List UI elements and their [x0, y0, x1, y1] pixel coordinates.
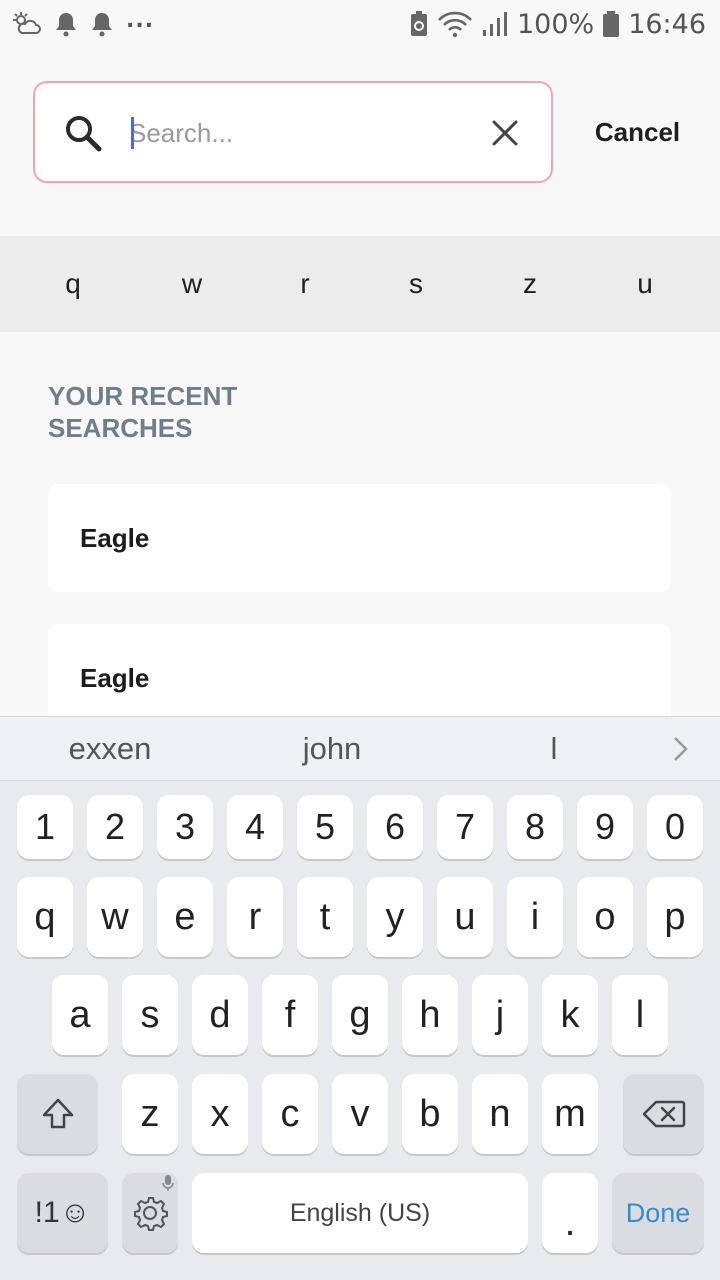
recent-searches-heading-line1: YOUR RECENT: [48, 381, 238, 411]
key-e[interactable]: e: [157, 877, 213, 957]
key-b[interactable]: b: [402, 1074, 458, 1154]
key-r[interactable]: r: [227, 877, 283, 957]
wifi-icon: [438, 11, 472, 38]
key-9[interactable]: 9: [577, 795, 633, 859]
cancel-button[interactable]: Cancel: [575, 112, 700, 152]
recent-searches-heading: YOUR RECENT SEARCHES: [48, 380, 308, 444]
soft-keyboard: exxen john l 1 2 3 4 5 6 7 8 9 0 q w e r…: [0, 716, 720, 1280]
key-a[interactable]: a: [52, 975, 108, 1055]
letter-filter-s[interactable]: s: [386, 236, 446, 332]
key-i[interactable]: i: [507, 877, 563, 957]
key-k[interactable]: k: [542, 975, 598, 1055]
key-d[interactable]: d: [192, 975, 248, 1055]
letter-filter-u[interactable]: u: [615, 236, 675, 332]
battery-icon: [603, 11, 620, 37]
key-h[interactable]: h: [402, 975, 458, 1055]
backspace-key[interactable]: [623, 1074, 704, 1154]
letter-filter-r[interactable]: r: [275, 236, 335, 332]
suggestion-item[interactable]: exxen: [40, 717, 180, 781]
key-0[interactable]: 0: [647, 795, 703, 859]
key-t[interactable]: t: [297, 877, 353, 957]
key-y[interactable]: y: [367, 877, 423, 957]
key-n[interactable]: n: [472, 1074, 528, 1154]
suggestion-bar: exxen john l: [0, 717, 720, 781]
clear-icon[interactable]: [489, 117, 521, 149]
done-key[interactable]: Done: [612, 1173, 704, 1253]
status-left: ...: [12, 7, 155, 37]
status-right: 100% 16:46: [409, 9, 706, 40]
notification-bell-icon: [92, 13, 112, 37]
key-p[interactable]: p: [647, 877, 703, 957]
key-l[interactable]: l: [612, 975, 668, 1055]
key-o[interactable]: o: [577, 877, 633, 957]
key-w[interactable]: w: [87, 877, 143, 957]
key-6[interactable]: 6: [367, 795, 423, 859]
key-v[interactable]: v: [332, 1074, 388, 1154]
shift-arrow-icon: [42, 1098, 73, 1129]
more-notifications-indicator: ...: [126, 7, 155, 33]
letter-filter-bar: q w r s z u: [0, 236, 720, 332]
period-key[interactable]: .: [542, 1173, 598, 1253]
key-c[interactable]: c: [262, 1074, 318, 1154]
key-z[interactable]: z: [122, 1074, 178, 1154]
key-3[interactable]: 3: [157, 795, 213, 859]
symbols-key[interactable]: !1☺: [17, 1173, 108, 1253]
clock: 16:46: [628, 8, 706, 40]
key-2[interactable]: 2: [87, 795, 143, 859]
backspace-icon: [642, 1100, 685, 1128]
search-icon: [66, 116, 102, 152]
weather-icon: [13, 12, 41, 34]
chevron-right-icon[interactable]: [666, 735, 694, 763]
key-u[interactable]: u: [437, 877, 493, 957]
key-7[interactable]: 7: [437, 795, 493, 859]
status-bar: ... 100% 16:46: [0, 0, 720, 48]
key-8[interactable]: 8: [507, 795, 563, 859]
key-5[interactable]: 5: [297, 795, 353, 859]
key-f[interactable]: f: [262, 975, 318, 1055]
suggestion-item[interactable]: l: [514, 717, 594, 781]
letter-filter-w[interactable]: w: [162, 236, 222, 332]
notification-bell-icon: [56, 13, 76, 37]
key-1[interactable]: 1: [17, 795, 73, 859]
key-j[interactable]: j: [472, 975, 528, 1055]
gear-icon: [134, 1197, 168, 1231]
recent-search-item[interactable]: Eagle: [48, 484, 671, 592]
battery-saver-icon: [410, 11, 427, 36]
suggestion-item[interactable]: john: [262, 717, 402, 781]
text-cursor: [131, 117, 134, 149]
settings-key[interactable]: [122, 1173, 178, 1253]
letter-filter-q[interactable]: q: [43, 236, 103, 332]
key-4[interactable]: 4: [227, 795, 283, 859]
search-box[interactable]: [33, 81, 553, 183]
key-q[interactable]: q: [17, 877, 73, 957]
key-m[interactable]: m: [542, 1074, 598, 1154]
shift-key[interactable]: [17, 1074, 98, 1154]
search-input[interactable]: [129, 107, 459, 159]
space-bar[interactable]: English (US): [192, 1173, 528, 1253]
key-g[interactable]: g: [332, 975, 388, 1055]
letter-filter-z[interactable]: z: [500, 236, 560, 332]
battery-percentage: 100%: [516, 8, 595, 40]
signal-icon: [482, 12, 507, 36]
recent-searches-heading-line2: SEARCHES: [48, 413, 193, 443]
microphone-icon: [162, 1175, 174, 1191]
key-s[interactable]: s: [122, 975, 178, 1055]
key-x[interactable]: x: [192, 1074, 248, 1154]
